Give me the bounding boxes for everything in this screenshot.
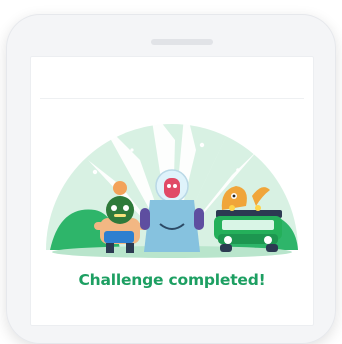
challenge-completed-title: Challenge completed!	[78, 271, 266, 289]
